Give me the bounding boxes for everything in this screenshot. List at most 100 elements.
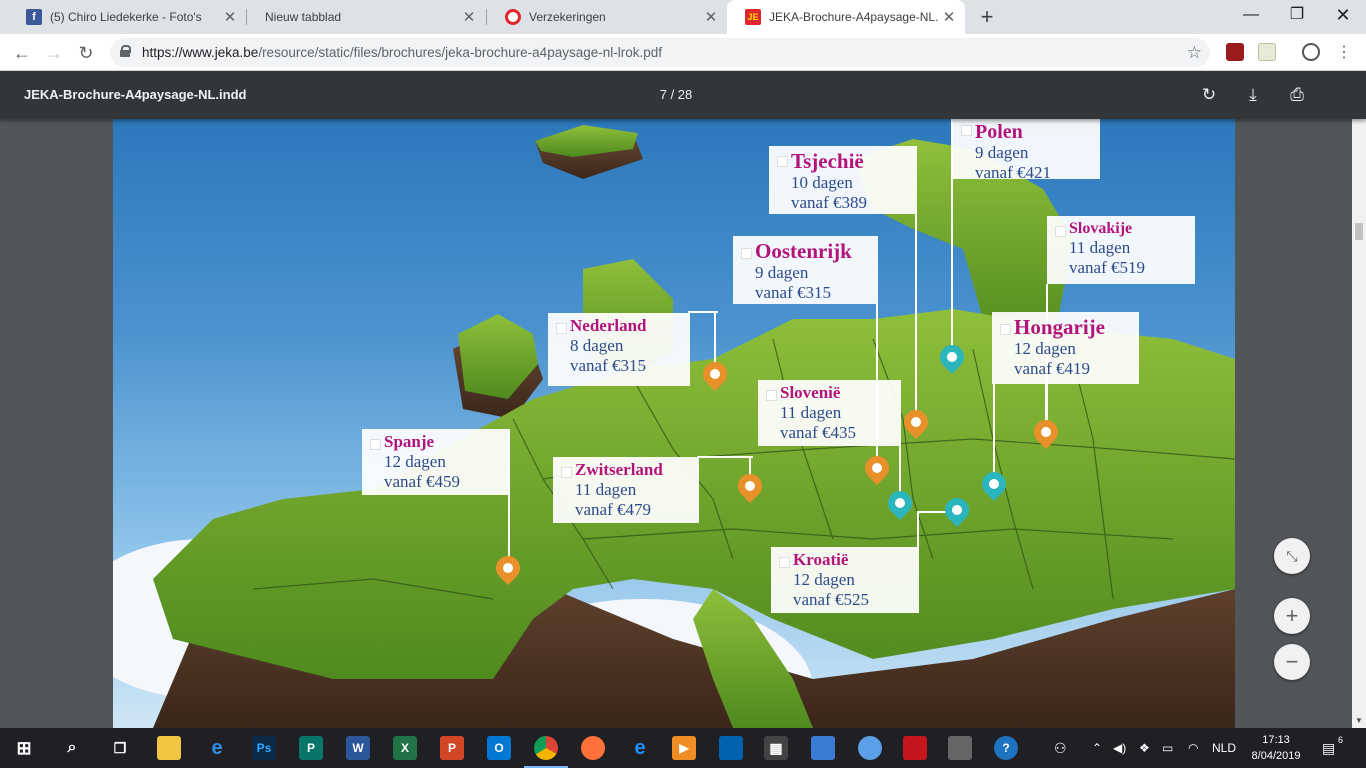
show-hidden-icons-chevron-icon[interactable]: ⌃ (1092, 728, 1102, 768)
tab-new[interactable]: Nieuw tabblad ✕ (247, 0, 485, 34)
battery-icon[interactable]: ▭ (1162, 728, 1173, 768)
internet-explorer-icon[interactable]: e (205, 736, 229, 760)
search-icon[interactable]: ⌕ (60, 736, 84, 760)
destination-box-hongarije[interactable]: Hongarije 12 dagen vanaf €419 (992, 312, 1139, 384)
page-indicator[interactable]: 7 / 28 (640, 71, 712, 119)
pdf-page: Polen 9 dagen vanaf €421 Tsjechië 10 dag… (113, 119, 1235, 728)
tab-title: JEKA-Brochure-A4paysage-NL.indd (769, 10, 939, 24)
close-icon[interactable]: ✕ (459, 8, 479, 26)
zoom-out-button[interactable]: − (1274, 644, 1310, 680)
destination-box-kroatie[interactable]: Kroatië 12 dagen vanaf €525 (771, 547, 919, 613)
people-icon[interactable]: ⚇ (1054, 728, 1067, 768)
fit-page-button[interactable]: ⤡ (1274, 538, 1310, 574)
outlook-icon[interactable]: O (487, 736, 511, 760)
scroll-thumb[interactable] (1355, 223, 1363, 240)
minimize-button[interactable]: — (1228, 0, 1274, 32)
menu-kebab-icon[interactable]: ⋮ (1330, 39, 1358, 67)
rotate-icon[interactable]: ↻ (1197, 83, 1221, 107)
leader-line (917, 511, 919, 551)
destination-box-slovenie[interactable]: Slovenië 11 dagen vanaf €435 (758, 380, 901, 446)
notifications-icon[interactable]: ▤ (1322, 728, 1335, 768)
maximize-button[interactable]: ❐ (1274, 0, 1320, 32)
close-icon[interactable]: ✕ (939, 8, 959, 26)
destination-days: 9 dagen (975, 143, 1029, 162)
system-clock[interactable]: 17:13 8/04/2019 (1246, 732, 1306, 764)
chrome-icon[interactable] (534, 736, 558, 760)
destination-name: Slovenië (780, 383, 841, 402)
extension-icon[interactable] (1258, 43, 1276, 61)
edge-icon[interactable]: e (628, 736, 652, 760)
tab-jeka[interactable]: JE JEKA-Brochure-A4paysage-NL.indd ✕ (727, 0, 965, 34)
acrobat-extension-icon[interactable] (1226, 43, 1244, 61)
excel-icon[interactable]: X (393, 736, 417, 760)
app-icon[interactable] (858, 736, 882, 760)
media-player-icon[interactable]: ▶ (672, 736, 696, 760)
checkbox-square (741, 248, 752, 259)
store-icon[interactable] (719, 736, 743, 760)
tab-chiro[interactable]: f (5) Chiro Liedekerke - Foto's ✕ (8, 0, 246, 34)
volume-icon[interactable]: ◀) (1113, 728, 1126, 768)
pdf-title: JEKA-Brochure-A4paysage-NL.indd (24, 87, 247, 102)
destination-box-tsjechie[interactable]: Tsjechië 10 dagen vanaf €389 (769, 146, 917, 214)
windows-start-icon[interactable]: ⊞ (12, 736, 36, 760)
scroll-down-arrow-icon[interactable]: ▼ (1352, 714, 1366, 728)
back-button[interactable]: ← (8, 39, 36, 67)
language-indicator[interactable]: NLD (1212, 728, 1236, 768)
profile-avatar-icon[interactable] (1302, 43, 1320, 61)
photos-icon[interactable] (948, 736, 972, 760)
close-icon[interactable]: ✕ (220, 8, 240, 26)
close-window-button[interactable]: ✕ (1320, 0, 1366, 32)
checkbox-square (556, 323, 567, 334)
bookmark-star-icon[interactable]: ☆ (1187, 38, 1202, 67)
destination-name: Oostenrijk (755, 239, 852, 263)
clock-date: 8/04/2019 (1251, 750, 1301, 762)
reload-button[interactable]: ↻ (72, 39, 100, 67)
destination-price: vanaf €421 (975, 163, 1052, 183)
publisher-icon[interactable]: P (299, 736, 323, 760)
destination-name: Slovakije (1069, 220, 1133, 237)
destination-price: vanaf €389 (791, 193, 868, 213)
destination-name: Kroatië (793, 550, 849, 569)
destination-box-spanje[interactable]: Spanje 12 dagen vanaf €459 (362, 429, 509, 495)
destination-price: vanaf €419 (1014, 359, 1091, 379)
wifi-icon[interactable]: ◠ (1188, 728, 1198, 768)
print-icon[interactable]: ⎙ (1285, 83, 1309, 107)
dropbox-icon[interactable]: ❖ (1139, 728, 1150, 768)
destination-days: 12 dagen (384, 451, 446, 471)
calculator-icon[interactable]: ▦ (764, 736, 788, 760)
firefox-icon[interactable] (581, 736, 605, 760)
pdf-viewer: Polen 9 dagen vanaf €421 Tsjechië 10 dag… (0, 119, 1352, 728)
url-text[interactable]: https://www.jeka.be/resource/static/file… (142, 38, 662, 67)
close-icon[interactable]: ✕ (701, 8, 721, 26)
new-tab-button[interactable]: + (976, 4, 998, 30)
destination-box-slovakije[interactable]: Slovakije 11 dagen vanaf €519 (1047, 216, 1195, 284)
destination-name: Polen (975, 121, 1023, 143)
help-icon[interactable]: ? (994, 736, 1018, 760)
europe-map (153, 125, 1235, 728)
destination-box-oostenrijk[interactable]: Oostenrijk 9 dagen vanaf €315 (733, 236, 878, 304)
clock-time: 17:13 (1262, 734, 1290, 746)
zoom-in-button[interactable]: + (1274, 598, 1310, 634)
address-bar[interactable]: https://www.jeka.be/resource/static/file… (110, 38, 1210, 67)
task-view-icon[interactable]: ❐ (108, 736, 132, 760)
destination-days: 11 dagen (1069, 237, 1131, 257)
checkbox-square (1000, 324, 1011, 335)
app-icon[interactable] (811, 736, 835, 760)
forward-button[interactable]: → (40, 39, 68, 67)
acrobat-icon[interactable] (903, 736, 927, 760)
destination-price: vanaf €459 (384, 472, 461, 492)
download-icon[interactable]: ⤓ (1241, 83, 1265, 107)
tab-strip: f (5) Chiro Liedekerke - Foto's ✕ Nieuw … (0, 0, 1366, 34)
word-icon[interactable]: W (346, 736, 370, 760)
vertical-scrollbar[interactable]: ▲ ▼ (1352, 71, 1366, 728)
destination-box-zwitserland[interactable]: Zwitserland 11 dagen vanaf €479 (553, 457, 699, 523)
destination-box-polen[interactable]: Polen 9 dagen vanaf €421 (953, 119, 1100, 182)
photoshop-icon[interactable]: Ps (252, 736, 276, 760)
destination-days: 11 dagen (575, 479, 637, 499)
powerpoint-icon[interactable]: P (440, 736, 464, 760)
file-explorer-icon[interactable] (157, 736, 181, 760)
checkbox-square (777, 156, 788, 167)
tab-verzekeringen[interactable]: Verzekeringen ✕ (487, 0, 727, 34)
destination-box-nederland[interactable]: Nederland 8 dagen vanaf €315 (548, 313, 690, 386)
leader-line (993, 384, 995, 479)
